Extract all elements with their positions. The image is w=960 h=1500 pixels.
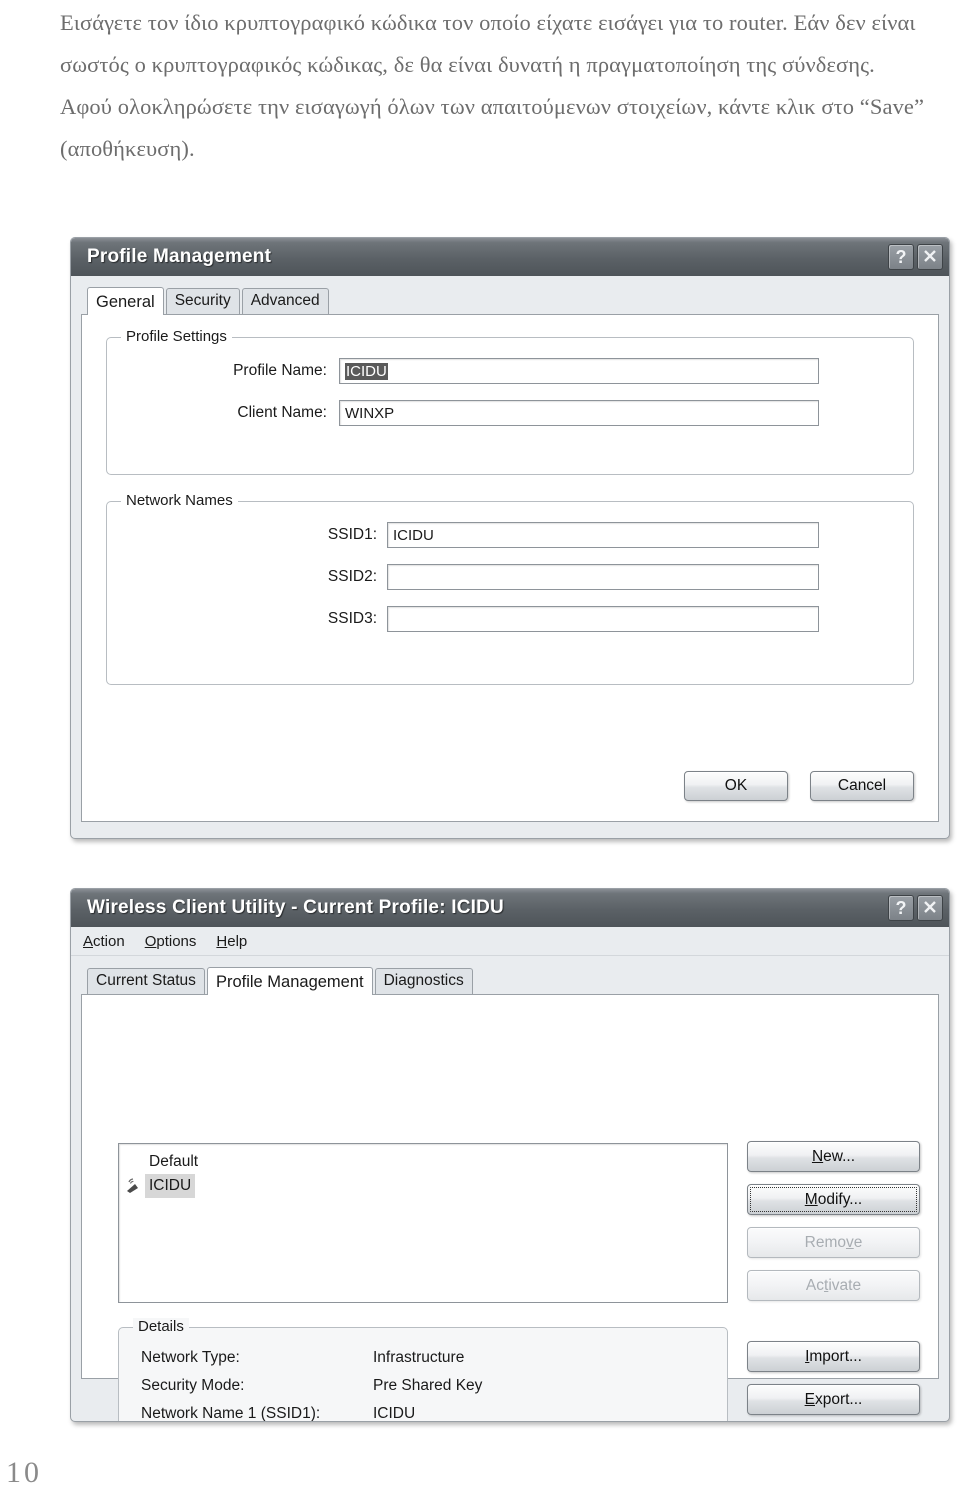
detail-value: Infrastructure xyxy=(373,1349,465,1366)
utility-action-buttons: New... Modify... Remo v e Ac t ivate xyxy=(747,1141,920,1301)
ok-button[interactable]: OK xyxy=(684,771,788,801)
modify-button-mnemonic: M xyxy=(804,1190,818,1208)
network-names-group: Network Names SSID1: ICIDU SSID2: SSID3: xyxy=(106,492,914,685)
ssid2-label: SSID2: xyxy=(327,568,377,585)
modify-button[interactable]: Modify... xyxy=(747,1184,920,1215)
ssid3-row: SSID3: xyxy=(107,606,891,632)
tab-diagnostics[interactable]: Diagnostics xyxy=(374,968,473,994)
profile-settings-label: Profile Settings xyxy=(121,328,232,345)
new-button-post: ew... xyxy=(823,1147,856,1165)
help-icon[interactable]: ? xyxy=(888,895,914,921)
list-item[interactable]: ICIDU xyxy=(123,1174,723,1198)
utility-dialog-title: Wireless Client Utility - Current Profil… xyxy=(87,897,504,918)
ssid1-label: SSID1: xyxy=(327,526,377,543)
profile-dialog-titlebar: Profile Management ? xyxy=(71,238,949,276)
menu-action[interactable]: Action xyxy=(83,933,125,950)
details-label: Details xyxy=(133,1318,189,1335)
profile-name-label: Profile Name: xyxy=(233,362,327,379)
profile-settings-group: Profile Settings Profile Name: ICIDU Cli… xyxy=(106,328,914,475)
remove-button-post: e xyxy=(853,1233,863,1251)
utility-dialog-title-buttons: ? xyxy=(888,895,943,921)
close-icon[interactable] xyxy=(917,244,943,270)
detail-value: Pre Shared Key xyxy=(373,1377,483,1394)
ssid1-row: SSID1: ICIDU xyxy=(107,522,891,548)
detail-row: Network Type: Infrastructure xyxy=(141,1344,727,1372)
export-button-mnemonic: E xyxy=(804,1390,815,1408)
detail-key: Network Type: xyxy=(141,1349,240,1366)
wireless-client-utility-dialog: Wireless Client Utility - Current Profil… xyxy=(70,888,950,1422)
details-group: Details Network Type: Infrastructure Sec… xyxy=(118,1318,728,1422)
client-name-row: Client Name: WINXP xyxy=(107,400,891,426)
tab-general[interactable]: General xyxy=(87,287,164,315)
instruction-paragraph-2: Αφού ολοκληρώσετε την εισαγωγή όλων των … xyxy=(60,94,925,161)
menu-action-rest: ction xyxy=(93,932,125,950)
profile-list-item-label: ICIDU xyxy=(145,1174,196,1198)
profile-name-input[interactable]: ICIDU xyxy=(339,358,819,384)
profile-dialog-buttonbar: OK Cancel xyxy=(684,771,914,801)
profile-name-value: ICIDU xyxy=(345,363,388,380)
ssid2-input[interactable] xyxy=(387,564,819,590)
profile-dialog-title-buttons: ? xyxy=(888,244,943,270)
page-number: 10 xyxy=(6,1456,42,1489)
profile-dialog-tabstrip: General Security Advanced xyxy=(71,284,949,315)
tab-advanced[interactable]: Advanced xyxy=(241,288,329,314)
remove-button-pre: Remo xyxy=(804,1233,846,1251)
new-button-mnemonic: N xyxy=(811,1147,824,1165)
menu-help-rest: elp xyxy=(227,932,248,950)
new-button[interactable]: New... xyxy=(747,1141,920,1172)
client-name-label: Client Name: xyxy=(237,404,327,421)
profile-list[interactable]: Default ICIDU xyxy=(118,1143,728,1303)
detail-value: ICIDU xyxy=(373,1405,416,1422)
list-item[interactable]: Default xyxy=(123,1150,723,1174)
utility-menubar: Action Options Help xyxy=(71,927,949,956)
wireless-signal-icon xyxy=(125,1177,143,1195)
menu-options-rest: ptions xyxy=(156,932,197,950)
profile-dialog-title: Profile Management xyxy=(87,246,272,267)
remove-button: Remo v e xyxy=(747,1227,920,1258)
activate-button: Ac t ivate xyxy=(747,1270,920,1301)
ssid3-label: SSID3: xyxy=(327,610,377,627)
detail-key: Network Name 1 (SSID1): xyxy=(141,1405,321,1422)
close-icon[interactable] xyxy=(917,895,943,921)
detail-key: Security Mode: xyxy=(141,1377,245,1394)
detail-row: Security Mode: Pre Shared Key xyxy=(141,1372,727,1400)
menu-options[interactable]: Options xyxy=(145,933,197,950)
import-button[interactable]: Import... xyxy=(747,1341,920,1372)
menu-action-mnemonic: A xyxy=(83,932,94,950)
remove-button-mnemonic: v xyxy=(845,1233,854,1251)
tab-security[interactable]: Security xyxy=(165,288,240,314)
ssid3-input[interactable] xyxy=(387,606,819,632)
activate-button-post: ivate xyxy=(828,1276,862,1294)
activate-button-pre: Ac xyxy=(805,1276,825,1294)
ssid2-row: SSID2: xyxy=(107,564,891,590)
utility-tabpanel: Default ICIDU Details Network Type: Infr… xyxy=(81,994,939,1421)
help-icon[interactable]: ? xyxy=(888,244,914,270)
export-button[interactable]: Export... xyxy=(747,1384,920,1415)
profile-name-row: Profile Name: ICIDU xyxy=(107,358,891,384)
detail-row: Network Name 1 (SSID1): ICIDU xyxy=(141,1400,727,1422)
menu-options-mnemonic: O xyxy=(144,932,157,950)
profile-dialog-tabpanel: Profile Settings Profile Name: ICIDU Cli… xyxy=(81,314,939,822)
instruction-text: Εισάγετε τον ίδιο κρυπτογραφικό κώδικα τ… xyxy=(60,2,948,170)
menu-help-mnemonic: H xyxy=(216,932,228,950)
import-button-post: mport... xyxy=(809,1347,862,1365)
ssid1-input[interactable]: ICIDU xyxy=(387,522,819,548)
tab-current-status[interactable]: Current Status xyxy=(87,968,205,994)
network-names-label: Network Names xyxy=(121,492,238,509)
cancel-button[interactable]: Cancel xyxy=(810,771,914,801)
utility-tabstrip: Current Status Profile Management Diagno… xyxy=(71,964,949,995)
utility-file-buttons: Import... Export... Scan... xyxy=(747,1341,920,1421)
client-name-input[interactable]: WINXP xyxy=(339,400,819,426)
menu-help[interactable]: Help xyxy=(216,933,247,950)
tab-profile-management[interactable]: Profile Management xyxy=(206,967,373,995)
instruction-paragraph-1: Εισάγετε τον ίδιο κρυπτογραφικό κώδικα τ… xyxy=(60,10,916,77)
export-button-post: xport... xyxy=(814,1390,863,1408)
modify-button-post: odify... xyxy=(817,1190,863,1208)
profile-management-dialog: Profile Management ? General Security Ad… xyxy=(70,237,950,839)
utility-dialog-titlebar: Wireless Client Utility - Current Profil… xyxy=(71,889,949,927)
profile-list-item-label: Default xyxy=(149,1153,199,1170)
